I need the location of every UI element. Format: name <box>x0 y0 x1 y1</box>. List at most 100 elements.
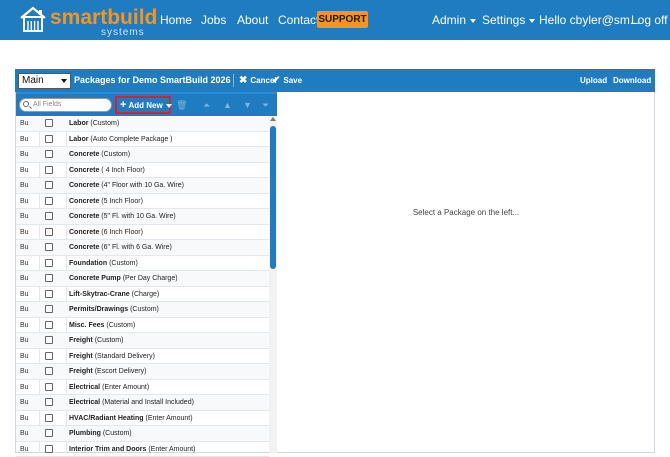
table-row[interactable]: BuElectrical (Material and Install Inclu… <box>16 395 269 411</box>
row-checkbox[interactable] <box>45 274 53 282</box>
row-type: Bu <box>20 256 29 271</box>
row-checkbox[interactable] <box>45 135 53 143</box>
row-label: Foundation (Custom) <box>69 256 138 271</box>
row-checkbox[interactable] <box>45 367 53 375</box>
row-detail: (Per Day Charge) <box>123 275 178 282</box>
row-label: Concrete (4" Floor with 10 Ga. Wire) <box>69 178 184 193</box>
row-detail: (Enter Amount) <box>148 446 195 453</box>
nav-home[interactable]: Home <box>160 0 192 40</box>
row-label: Permits/Drawings (Custom) <box>69 302 159 317</box>
table-row[interactable]: BuPermits/Drawings (Custom) <box>16 302 269 318</box>
cancel-button[interactable]: ✖Cancel <box>239 69 277 92</box>
nav-jobs[interactable]: Jobs <box>201 0 226 40</box>
nav-logoff[interactable]: Log off <box>631 0 667 40</box>
nav-about[interactable]: About <box>237 0 268 40</box>
row-checkbox[interactable] <box>45 352 53 360</box>
scroll-up-icon[interactable] <box>270 117 276 121</box>
row-checkbox[interactable] <box>45 119 53 127</box>
packages-toolbar: Main Packages for Demo SmartBuild 2026 ✖… <box>15 69 655 92</box>
view-select[interactable]: Main <box>18 73 71 89</box>
table-row[interactable]: BuFreight (Standard Delivery) <box>16 349 269 365</box>
table-row[interactable]: BuLift-Skytrac-Crane (Charge) <box>16 287 269 303</box>
row-name: Lift-Skytrac-Crane <box>69 291 130 298</box>
table-row[interactable]: BuConcrete (6" Fl. with 6 Ga. Wire) <box>16 240 269 256</box>
row-label: Electrical (Enter Amount) <box>69 380 149 395</box>
table-row[interactable]: BuElectrical (Enter Amount) <box>16 380 269 396</box>
row-detail: (6" Fl. with 6 Ga. Wire) <box>101 244 172 251</box>
row-checkbox[interactable] <box>45 228 53 236</box>
add-new-button[interactable]: +Add New <box>115 96 171 114</box>
row-label: Concrete Pump (Per Day Charge) <box>69 271 178 286</box>
close-icon: ✖ <box>239 69 247 92</box>
table-row[interactable]: Bu Foundation (Custom) <box>16 256 269 272</box>
row-checkbox[interactable] <box>45 259 53 267</box>
toolbar-divider <box>233 74 234 87</box>
row-checkbox[interactable] <box>45 398 53 406</box>
row-checkbox[interactable] <box>45 150 53 158</box>
row-checkbox[interactable] <box>45 305 53 313</box>
table-row[interactable]: BuFreight (Escort Delivery) <box>16 364 269 380</box>
brand-tagline: systems <box>101 27 145 38</box>
package-rows: BuLabor (Custom)BuLabor (Auto Complete P… <box>16 116 269 457</box>
search-input[interactable]: All Fields <box>19 98 112 112</box>
row-name: Concrete <box>69 167 99 174</box>
support-button[interactable]: SUPPORT <box>317 11 368 28</box>
row-checkbox[interactable] <box>45 181 53 189</box>
row-detail: (5 Inch Floor) <box>101 198 143 205</box>
table-row[interactable]: BuConcrete (Custom) <box>16 147 269 163</box>
row-checkbox[interactable] <box>45 166 53 174</box>
row-detail: (4" Floor with 10 Ga. Wire) <box>101 182 184 189</box>
row-checkbox[interactable] <box>45 383 53 391</box>
row-checkbox[interactable] <box>45 429 53 437</box>
table-row[interactable]: BuConcrete (5 Inch Floor) <box>16 194 269 210</box>
table-row[interactable]: BuInterior Trim and Doors (Enter Amount) <box>16 442 269 457</box>
row-type: Bu <box>20 132 29 147</box>
row-label: Concrete (5" Fl. with 10 Ga. Wire) <box>69 209 176 224</box>
table-row[interactable]: BuFreight (Custom) <box>16 333 269 349</box>
table-row[interactable]: BuConcrete (4" Floor with 10 Ga. Wire) <box>16 178 269 194</box>
row-checkbox[interactable] <box>45 414 53 422</box>
row-label: Freight (Standard Delivery) <box>69 349 155 364</box>
row-label: Concrete ( 4 Inch Floor) <box>69 163 145 178</box>
nav-admin-dropdown[interactable]: Admin <box>432 0 476 40</box>
nav-user-greeting[interactable]: Hello cbyler@sm... <box>539 0 640 40</box>
trash-icon[interactable]: 🗑 <box>176 94 187 116</box>
row-checkbox[interactable] <box>45 212 53 220</box>
scrollbar-thumb[interactable] <box>270 126 276 269</box>
row-checkbox[interactable] <box>45 321 53 329</box>
move-up-icon[interactable]: ▲ <box>223 94 232 116</box>
move-down-icon[interactable]: ▼ <box>243 94 252 116</box>
row-checkbox[interactable] <box>45 336 53 344</box>
nav-settings-dropdown[interactable]: Settings <box>482 0 535 40</box>
download-button[interactable]: Download <box>613 69 651 92</box>
row-checkbox[interactable] <box>45 197 53 205</box>
row-checkbox[interactable] <box>45 290 53 298</box>
move-bottom-icon[interactable]: ⏷ <box>262 94 269 116</box>
row-name: Foundation <box>69 260 107 267</box>
upload-button[interactable]: Upload <box>580 69 607 92</box>
table-row[interactable]: BuConcrete Pump (Per Day Charge) <box>16 271 269 287</box>
table-row[interactable]: BuLabor (Auto Complete Package ) <box>16 132 269 148</box>
row-name: Concrete <box>69 229 99 236</box>
row-detail: (5" Fl. with 10 Ga. Wire) <box>101 213 175 220</box>
row-detail: (Enter Amount) <box>102 384 149 391</box>
search-placeholder: All Fields <box>33 101 61 108</box>
row-detail: (Custom) <box>106 322 135 329</box>
table-row[interactable]: BuMisc. Fees (Custom) <box>16 318 269 334</box>
move-top-icon[interactable]: ⏶ <box>203 94 210 116</box>
brand-name-part1: smart <box>50 6 107 29</box>
nav-contact[interactable]: Contact <box>278 0 319 40</box>
row-detail: (Standard Delivery) <box>95 353 155 360</box>
save-button[interactable]: ✔Save <box>272 69 302 92</box>
row-checkbox[interactable] <box>45 445 53 453</box>
table-row[interactable]: BuConcrete (6 Inch Floor) <box>16 225 269 241</box>
table-row[interactable]: BuConcrete (5" Fl. with 10 Ga. Wire) <box>16 209 269 225</box>
row-name: Freight <box>69 337 93 344</box>
table-row[interactable]: BuPlumbing (Custom) <box>16 426 269 442</box>
row-checkbox[interactable] <box>45 243 53 251</box>
table-row[interactable]: BuLabor (Custom) <box>16 116 269 132</box>
table-row[interactable]: BuHVAC/Radiant Heating (Enter Amount) <box>16 411 269 427</box>
table-row[interactable]: BuConcrete ( 4 Inch Floor) <box>16 163 269 179</box>
row-detail: (Material and Install Included) <box>102 399 194 406</box>
row-type: Bu <box>20 225 29 240</box>
